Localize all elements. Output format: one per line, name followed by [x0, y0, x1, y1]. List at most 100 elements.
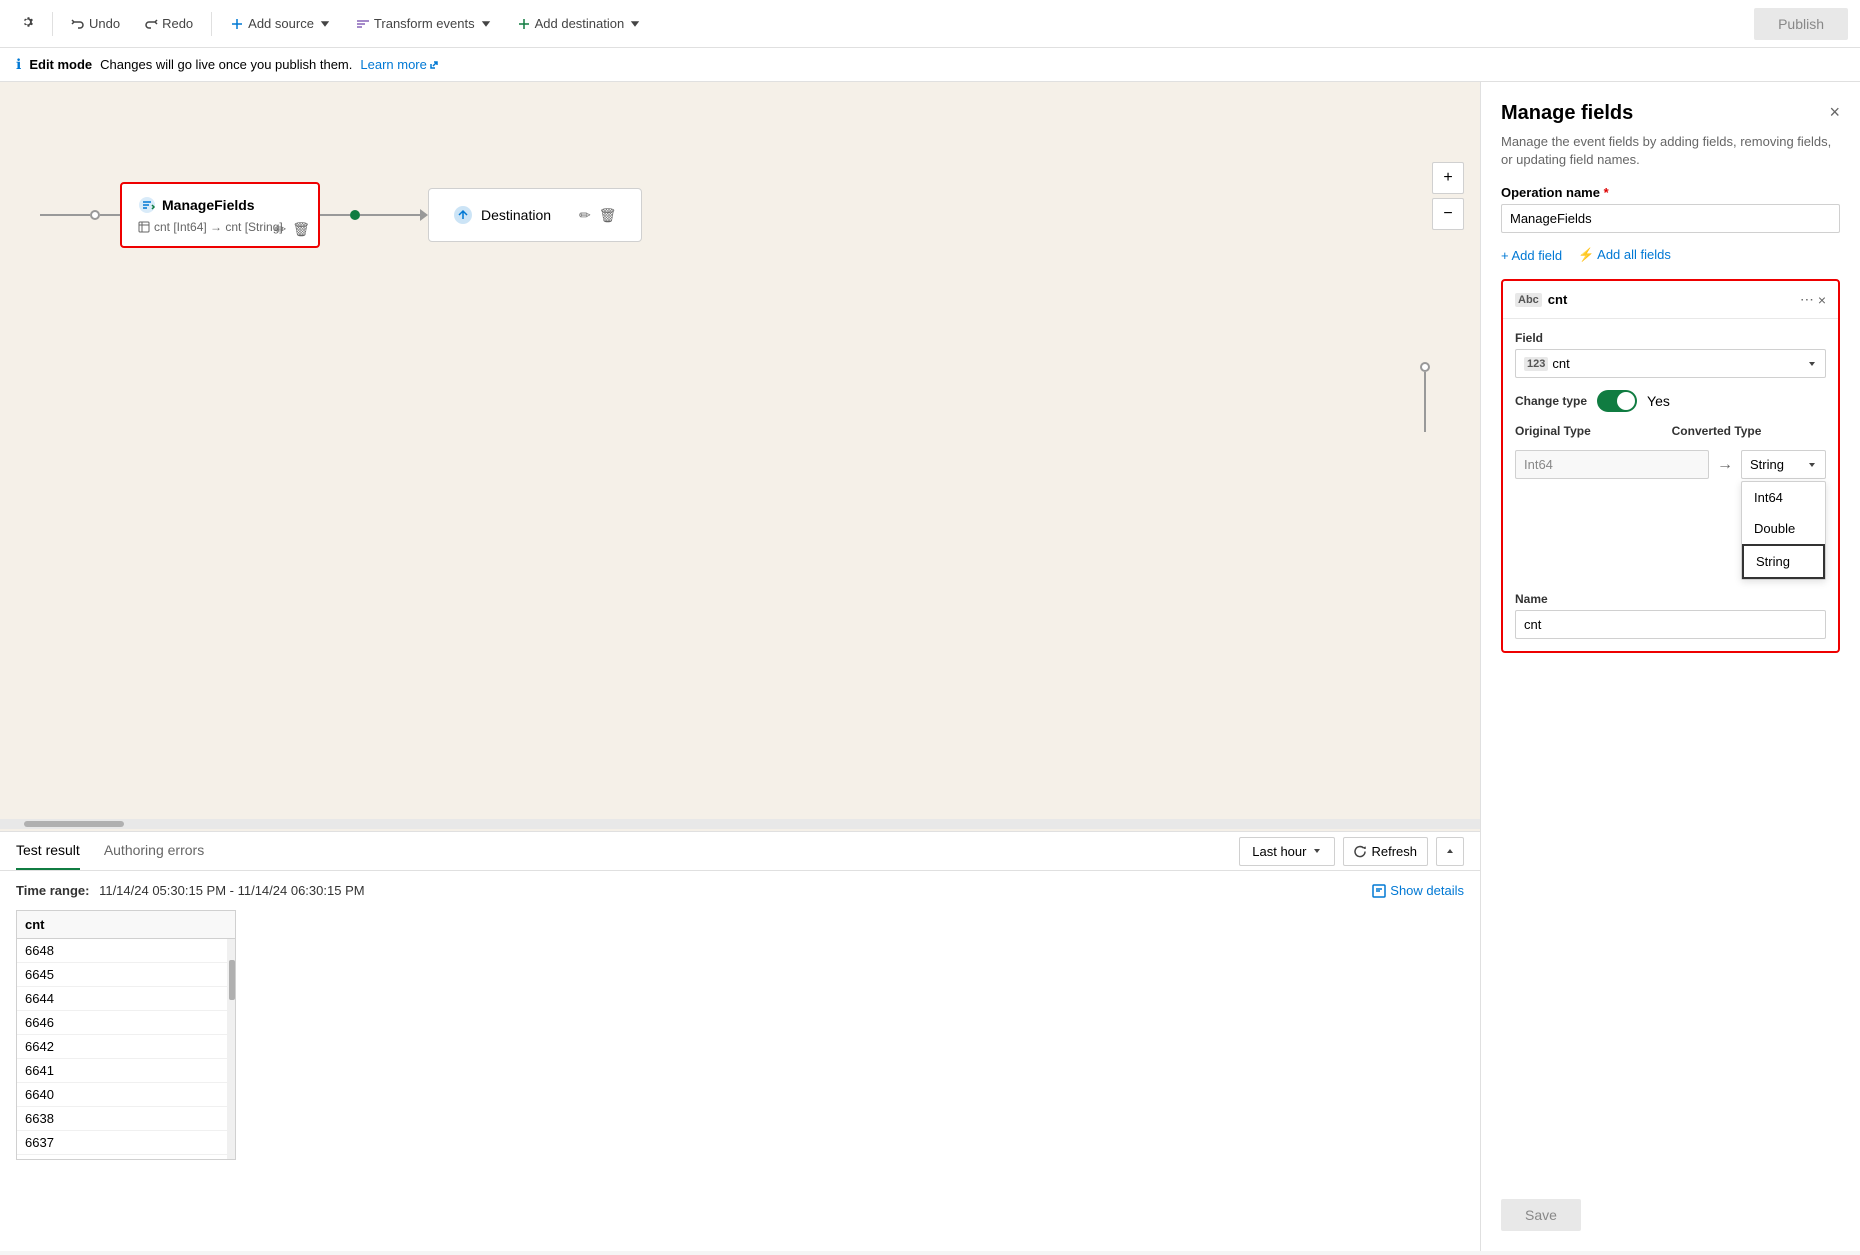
converted-type-select[interactable]: String: [1741, 450, 1826, 479]
time-range-info: Time range: 11/14/24 05:30:15 PM - 11/14…: [16, 883, 365, 898]
left-connector: [40, 210, 120, 220]
vertical-connector: [1420, 362, 1430, 432]
time-range-value: 11/14/24 05:30:15 PM - 11/14/24 06:30:15…: [99, 883, 364, 898]
name-input[interactable]: [1515, 610, 1826, 639]
undo-button[interactable]: Undo: [61, 10, 130, 37]
table-row: 6645: [17, 963, 235, 987]
show-details-button[interactable]: Show details: [1372, 883, 1464, 898]
tab-test-result[interactable]: Test result: [16, 832, 80, 870]
change-type-label: Change type: [1515, 394, 1587, 408]
field-card-header: Abc cnt ⋯ ×: [1503, 281, 1838, 319]
add-field-button[interactable]: + Add field: [1501, 248, 1562, 263]
scroll-thumb[interactable]: [229, 960, 235, 1000]
edit-mode-description: Changes will go live once you publish th…: [100, 57, 352, 72]
converted-type-label: Converted Type: [1672, 424, 1826, 438]
manage-fields-node[interactable]: ManageFields cnt [Int64] → cnt [String] …: [120, 182, 320, 248]
delete-node-button[interactable]: 🗑: [292, 221, 310, 238]
v-dot-top: [1420, 362, 1430, 372]
node-actions: ✏ 🗑: [274, 221, 310, 238]
operation-name-input[interactable]: [1501, 204, 1840, 233]
add-destination-button[interactable]: Add destination: [507, 10, 653, 37]
transform-icon: [356, 17, 370, 31]
add-source-button[interactable]: Add source: [220, 10, 342, 37]
edit-node-button[interactable]: ✏: [274, 221, 286, 238]
name-section: Name: [1515, 592, 1826, 639]
field-more-button[interactable]: ⋯: [1800, 291, 1814, 308]
transform-events-button[interactable]: Transform events: [346, 10, 503, 37]
table-header: cnt: [17, 911, 235, 939]
name-label: Name: [1515, 592, 1826, 606]
dropdown-item-int64[interactable]: Int64: [1742, 482, 1825, 513]
redo-icon: [144, 17, 158, 31]
panel-title: Manage fields: [1501, 102, 1633, 125]
add-dest-icon: [517, 17, 531, 31]
field-close-button[interactable]: ×: [1818, 291, 1826, 308]
table-row: 6636: [17, 1155, 235, 1159]
edit-mode-label: Edit mode: [29, 57, 92, 72]
change-type-toggle[interactable]: [1597, 390, 1637, 412]
publish-button[interactable]: Publish: [1754, 8, 1848, 40]
expand-panel-button[interactable]: [1436, 837, 1464, 866]
table-row: 6644: [17, 987, 235, 1011]
refresh-button[interactable]: Refresh: [1343, 837, 1428, 866]
edit-bar: ℹ Edit mode Changes will go live once yo…: [0, 48, 1860, 82]
type-row: → String Int64 Double String: [1515, 450, 1826, 580]
table-row: 6646: [17, 1011, 235, 1035]
arrow-between: →: [1717, 456, 1733, 474]
field-select-chevron-icon: [1807, 359, 1817, 369]
dropdown-item-string[interactable]: String: [1742, 544, 1825, 579]
destination-node[interactable]: Destination ✏ 🗑: [428, 188, 642, 242]
panel-close-button[interactable]: ×: [1829, 102, 1840, 123]
test-controls: Last hour Refresh: [1239, 837, 1464, 866]
time-range-row: Time range: 11/14/24 05:30:15 PM - 11/14…: [16, 883, 1464, 898]
converted-type-chevron-icon: [1807, 460, 1817, 470]
abc-icon: Abc: [1515, 293, 1542, 307]
edit-destination-button[interactable]: ✏: [579, 207, 591, 224]
manage-fields-icon: [138, 196, 156, 214]
scrollbar-thumb[interactable]: [24, 821, 124, 827]
add-dest-chevron-icon: [628, 17, 642, 31]
last-hour-dropdown[interactable]: Last hour: [1239, 837, 1335, 866]
gear-button[interactable]: [12, 8, 44, 39]
panel-footer: Save: [1501, 1183, 1840, 1231]
zoom-out-button[interactable]: −: [1432, 198, 1464, 230]
dropdown-item-double[interactable]: Double: [1742, 513, 1825, 544]
original-type-label: Original Type: [1515, 424, 1644, 438]
original-type-input: [1515, 450, 1709, 479]
panel-chevron-icon: [1445, 846, 1455, 856]
line-2: [100, 214, 120, 216]
info-icon: ℹ: [16, 56, 21, 73]
zoom-in-button[interactable]: +: [1432, 162, 1464, 194]
refresh-icon: [1354, 845, 1367, 858]
table-row: 6648: [17, 939, 235, 963]
middle-connector: [320, 209, 428, 221]
save-button[interactable]: Save: [1501, 1199, 1581, 1231]
canvas-area: ManageFields cnt [Int64] → cnt [String] …: [0, 82, 1480, 1251]
add-source-chevron-icon: [318, 17, 332, 31]
flow-container: ManageFields cnt [Int64] → cnt [String] …: [40, 182, 642, 248]
learn-more-link[interactable]: Learn more: [360, 57, 438, 72]
table-body[interactable]: 6648 6645 6644 6646 6642 6641 6640 6638 …: [17, 939, 235, 1159]
field-card-actions: ⋯ ×: [1800, 291, 1826, 308]
dot-1: [90, 210, 100, 220]
redo-button[interactable]: Redo: [134, 10, 203, 37]
table-row: 6640: [17, 1083, 235, 1107]
field-select[interactable]: 123 cnt: [1515, 349, 1826, 378]
type-dropdown-menu: Int64 Double String: [1741, 481, 1826, 580]
undo-icon: [71, 17, 85, 31]
delete-destination-button[interactable]: 🗑: [599, 207, 617, 224]
line-4: [360, 214, 420, 216]
add-all-fields-button[interactable]: ⚡ Add all fields: [1578, 247, 1671, 263]
line-3: [320, 214, 350, 216]
horizontal-scrollbar[interactable]: [0, 819, 1480, 829]
add-source-icon: [230, 17, 244, 31]
nav-divider: [52, 12, 53, 36]
change-type-row: Change type Yes: [1515, 390, 1826, 412]
data-table: cnt 6648 6645 6644 6646 6642 6641 6640 6…: [16, 910, 236, 1160]
type-labels-row: Original Type Converted Type: [1515, 424, 1826, 442]
tab-authoring-errors[interactable]: Authoring errors: [104, 832, 204, 870]
table-row: 6641: [17, 1059, 235, 1083]
test-panel: Test result Authoring errors Last hour R…: [0, 831, 1480, 1251]
field-card-title: Abc cnt: [1515, 292, 1567, 307]
test-tabs: Test result Authoring errors Last hour R…: [0, 832, 1480, 871]
